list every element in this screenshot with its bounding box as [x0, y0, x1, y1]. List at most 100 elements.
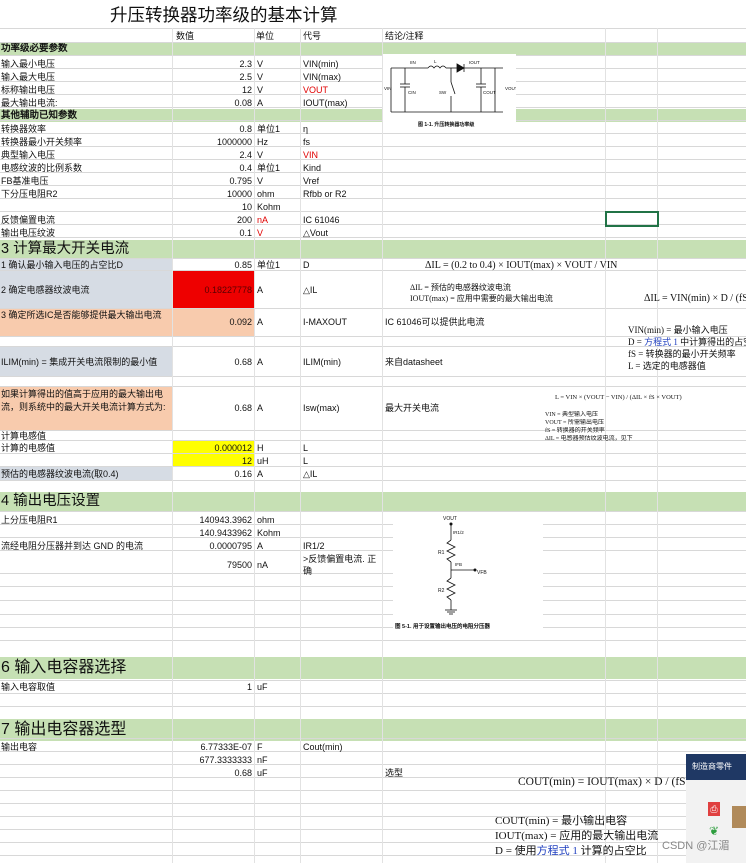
cell-value[interactable]: 10000	[172, 188, 252, 200]
row-line	[0, 94, 746, 95]
row-line	[0, 198, 746, 199]
watermark: CSDN @江湄	[662, 840, 730, 852]
row-line	[0, 480, 746, 481]
schematic-iin-label: IIN	[410, 60, 416, 65]
cell-label: 预估的电感器纹波电流(取0.4)	[1, 469, 119, 479]
section-output-voltage: 4 输出电压设置	[0, 492, 746, 511]
row-line	[0, 640, 746, 641]
cell-code: Vref	[303, 176, 320, 186]
cell-note: 最大开关电流	[385, 403, 440, 413]
cell-code: Kind	[303, 163, 322, 173]
section-required-params: 功率级必要参数	[0, 42, 746, 55]
cell-value[interactable]: 0.85	[172, 259, 252, 271]
formula2-note2: D = 方程式 1 中计算得出的占空	[628, 337, 746, 347]
row-line	[0, 185, 746, 186]
cell-value[interactable]: 1000000	[172, 136, 252, 148]
cell-value[interactable]: 0.08	[172, 97, 252, 109]
cell-value[interactable]: 677.3333333	[172, 754, 252, 766]
cell-unit: Kohm	[257, 202, 281, 212]
cell-value[interactable]: 0.000012	[172, 442, 252, 454]
cell-value[interactable]: 12	[172, 455, 252, 467]
cell-value[interactable]: 10	[172, 201, 252, 213]
cell-unit: uH	[257, 456, 269, 466]
cell-unit: ohm	[257, 189, 275, 199]
cell-unit: 单位1	[257, 124, 281, 134]
cell-value[interactable]: 0.4	[172, 162, 252, 174]
leaf-icon[interactable]: ❦	[709, 824, 719, 838]
schematic-cout-label: COUT	[483, 90, 496, 95]
cell-label: 最大输出电流:	[1, 98, 58, 108]
col-line	[300, 28, 301, 863]
cell-value[interactable]: 140.9433962	[172, 527, 252, 539]
cell-unit: A	[257, 98, 264, 108]
component-image	[732, 806, 746, 828]
cell-unit: V	[257, 150, 264, 160]
row-line	[0, 586, 746, 587]
cell-code: △IL	[303, 285, 318, 295]
col-line	[605, 28, 606, 863]
cell-value[interactable]: 2.5	[172, 71, 252, 83]
formula4-note1: COUT(min) = 最小输出电容	[495, 815, 628, 827]
boost-schematic-svg: VIN VOUT CIN SW COUT L IIN IOUT 图 1-1. 升…	[384, 59, 518, 128]
selected-cell[interactable]	[605, 211, 659, 227]
cell-label: 标称输出电压	[1, 85, 56, 95]
row-line	[0, 803, 746, 804]
cell-value[interactable]: 0.16	[172, 468, 252, 480]
schematic-l-label: L	[434, 59, 437, 64]
schematic-vin-label: VIN	[384, 86, 392, 91]
cell-value[interactable]: 2.4	[172, 149, 252, 161]
cell-label: 下分压电阻R2	[1, 189, 58, 199]
row-line	[0, 81, 746, 82]
formula2-note4: L = 选定的电感器值	[628, 361, 706, 371]
cell-code: fs	[303, 137, 311, 147]
formula-ripple-duty: ΔIL = VIN(min) × D / (fS × L)	[644, 293, 746, 304]
cell-value[interactable]: 0.092	[172, 316, 252, 328]
cell-code: Isw(max)	[303, 403, 340, 413]
cell-label: 转换器效率	[1, 124, 47, 134]
formula-inductance: L = VIN × (VOUT − VIN) / (ΔIL × fS × VOU…	[555, 394, 682, 401]
schematic-iout-label: IOUT	[469, 60, 480, 65]
cell-code: D	[303, 260, 310, 270]
divider-r2-label: R2	[438, 588, 445, 594]
cell-value[interactable]: 2.3	[172, 58, 252, 70]
cell-value[interactable]: 0.1	[172, 227, 252, 239]
row-line	[0, 614, 746, 615]
cell-value[interactable]: 0.0000795	[172, 540, 252, 552]
cell-unit: 单位1	[257, 260, 281, 270]
cell-value[interactable]: 0.18227778	[172, 284, 252, 296]
cell-unit: nA	[257, 215, 269, 225]
cell-value[interactable]: 79500	[172, 559, 252, 571]
cell-unit: A	[257, 541, 264, 551]
row-line	[0, 511, 746, 512]
row-line	[0, 706, 746, 707]
cell-unit: uF	[257, 768, 268, 778]
cell-unit: ohm	[257, 515, 275, 525]
formula3-note1: VIN = 典型输入电压	[545, 412, 599, 418]
cell-label: 转换器最小开关频率	[1, 137, 83, 147]
cell-value[interactable]: 0.68	[172, 356, 252, 368]
cell-unit: nF	[257, 755, 268, 765]
cell-value[interactable]: 6.77333E-07	[172, 741, 252, 753]
divider-ir12-label: IR1/2	[453, 530, 464, 535]
row-line	[0, 120, 746, 121]
cell-label: 输入最大电压	[1, 72, 56, 82]
row-line	[0, 764, 746, 765]
cell-unit: A	[257, 469, 264, 479]
header-value: 数值	[176, 31, 195, 41]
cell-unit: nA	[257, 560, 269, 570]
cell-code: Rfbb or R2	[303, 189, 347, 199]
cell-value[interactable]: 0.795	[172, 175, 252, 187]
cell-value[interactable]: 1	[172, 681, 252, 693]
cell-value[interactable]: 200	[172, 214, 252, 226]
cell-value[interactable]: 12	[172, 84, 252, 96]
cell-code: IR1/2	[303, 541, 325, 551]
cell-code: △Vout	[303, 228, 328, 238]
cell-unit: V	[257, 85, 264, 95]
row-line	[0, 146, 746, 147]
divider-ifb-label: IFB	[455, 562, 462, 567]
pdf-icon[interactable]: ⎙	[708, 802, 720, 816]
cell-value[interactable]: 140943.3962	[172, 514, 252, 526]
cell-value[interactable]: 0.68	[172, 402, 252, 414]
cell-value[interactable]: 0.68	[172, 767, 252, 779]
cell-value[interactable]: 0.8	[172, 123, 252, 135]
